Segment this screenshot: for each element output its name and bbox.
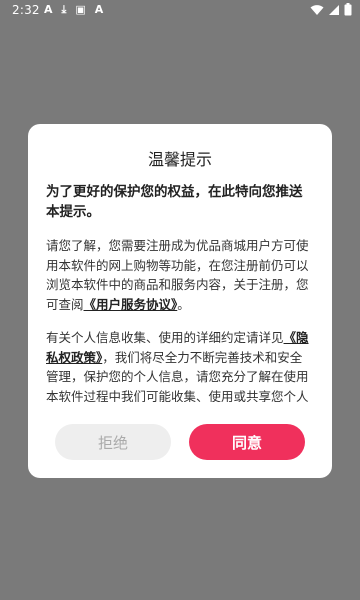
app-notification-icon: A: [44, 3, 53, 16]
system-icons: [310, 3, 352, 16]
para2-text: 有关个人信息收集、使用的详细约定请详见: [46, 330, 284, 345]
screenshot-icon: ▣: [75, 3, 86, 16]
dialog-notice: 为了更好的保护您的权益，在此特向您推送本提示。: [46, 184, 303, 220]
notification-icons: A ⤓ ▣ A: [44, 3, 103, 17]
privacy-paragraph: 有关个人信息收集、使用的详细约定请详见《隐私权政策》，我们将尽全力不断完善技术和…: [46, 328, 314, 402]
para1-end: 。: [177, 296, 190, 312]
download-icon: ⤓: [61, 3, 67, 16]
dialog-body[interactable]: 为了更好的保护您的权益，在此特向您推送本提示。 请您了解，您需要注册成为优品商城…: [46, 182, 314, 402]
status-bar: 2:32 A ⤓ ▣ A: [0, 0, 360, 22]
privacy-dialog: 温馨提示 为了更好的保护您的权益，在此特向您推送本提示。 请您了解，您需要注册成…: [28, 124, 332, 478]
app-notification-icon-2: A: [94, 3, 104, 16]
wifi-icon: [310, 4, 324, 15]
dialog-title: 温馨提示: [147, 150, 212, 169]
status-time: 2:32: [12, 3, 40, 17]
reject-button[interactable]: 拒绝: [55, 424, 171, 460]
registration-paragraph: 请您了解，您需要注册成为优品商城用户方可使用本软件的网上购物等功能，在您注册前仍…: [46, 236, 314, 314]
battery-icon: [344, 3, 352, 16]
signal-icon: [329, 4, 339, 15]
user-agreement-link[interactable]: 《用户服务协议》: [84, 297, 178, 312]
agree-button[interactable]: 同意: [189, 424, 305, 460]
